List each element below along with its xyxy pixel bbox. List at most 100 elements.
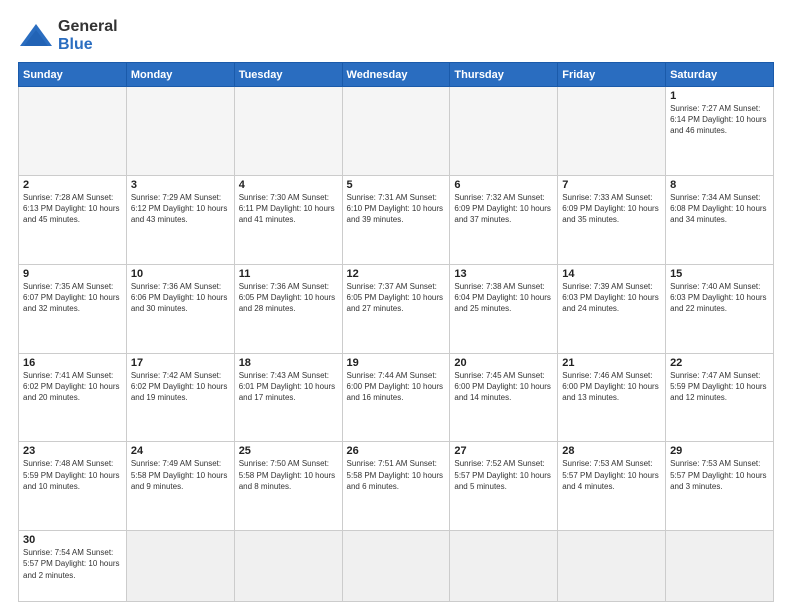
table-row [342,531,450,602]
day-info: Sunrise: 7:37 AM Sunset: 6:05 PM Dayligh… [347,281,446,315]
day-number: 27 [454,445,553,457]
day-number: 9 [23,268,122,280]
week-row: 1Sunrise: 7:27 AM Sunset: 6:14 PM Daylig… [19,87,774,176]
day-number: 13 [454,268,553,280]
day-number: 22 [670,357,769,369]
table-row: 7Sunrise: 7:33 AM Sunset: 6:09 PM Daylig… [558,175,666,264]
week-row: 9Sunrise: 7:35 AM Sunset: 6:07 PM Daylig… [19,264,774,353]
col-tuesday: Tuesday [234,63,342,87]
day-number: 14 [562,268,661,280]
day-number: 2 [23,179,122,191]
day-info: Sunrise: 7:36 AM Sunset: 6:06 PM Dayligh… [131,281,230,315]
day-info: Sunrise: 7:47 AM Sunset: 5:59 PM Dayligh… [670,370,769,404]
table-row [234,531,342,602]
day-info: Sunrise: 7:39 AM Sunset: 6:03 PM Dayligh… [562,281,661,315]
day-number: 20 [454,357,553,369]
day-number: 5 [347,179,446,191]
table-row: 15Sunrise: 7:40 AM Sunset: 6:03 PM Dayli… [666,264,774,353]
day-number: 29 [670,445,769,457]
day-number: 19 [347,357,446,369]
table-row: 6Sunrise: 7:32 AM Sunset: 6:09 PM Daylig… [450,175,558,264]
table-row: 4Sunrise: 7:30 AM Sunset: 6:11 PM Daylig… [234,175,342,264]
week-row: 2Sunrise: 7:28 AM Sunset: 6:13 PM Daylig… [19,175,774,264]
table-row [342,87,450,176]
day-info: Sunrise: 7:41 AM Sunset: 6:02 PM Dayligh… [23,370,122,404]
logo: General Blue [18,18,118,54]
day-number: 30 [23,534,122,546]
table-row [666,531,774,602]
week-row: 23Sunrise: 7:48 AM Sunset: 5:59 PM Dayli… [19,442,774,531]
day-number: 6 [454,179,553,191]
day-info: Sunrise: 7:46 AM Sunset: 6:00 PM Dayligh… [562,370,661,404]
day-info: Sunrise: 7:53 AM Sunset: 5:57 PM Dayligh… [670,458,769,492]
page: General Blue Sunday Monday Tuesday Wedne… [0,0,792,612]
day-number: 18 [239,357,338,369]
day-info: Sunrise: 7:52 AM Sunset: 5:57 PM Dayligh… [454,458,553,492]
table-row: 25Sunrise: 7:50 AM Sunset: 5:58 PM Dayli… [234,442,342,531]
day-info: Sunrise: 7:50 AM Sunset: 5:58 PM Dayligh… [239,458,338,492]
table-row: 27Sunrise: 7:52 AM Sunset: 5:57 PM Dayli… [450,442,558,531]
day-info: Sunrise: 7:28 AM Sunset: 6:13 PM Dayligh… [23,192,122,226]
day-info: Sunrise: 7:40 AM Sunset: 6:03 PM Dayligh… [670,281,769,315]
table-row: 5Sunrise: 7:31 AM Sunset: 6:10 PM Daylig… [342,175,450,264]
day-number: 24 [131,445,230,457]
table-row: 13Sunrise: 7:38 AM Sunset: 6:04 PM Dayli… [450,264,558,353]
day-number: 12 [347,268,446,280]
table-row [450,531,558,602]
day-info: Sunrise: 7:38 AM Sunset: 6:04 PM Dayligh… [454,281,553,315]
table-row: 1Sunrise: 7:27 AM Sunset: 6:14 PM Daylig… [666,87,774,176]
day-number: 25 [239,445,338,457]
calendar-table: Sunday Monday Tuesday Wednesday Thursday… [18,62,774,602]
table-row: 8Sunrise: 7:34 AM Sunset: 6:08 PM Daylig… [666,175,774,264]
day-info: Sunrise: 7:27 AM Sunset: 6:14 PM Dayligh… [670,103,769,137]
day-info: Sunrise: 7:33 AM Sunset: 6:09 PM Dayligh… [562,192,661,226]
table-row: 3Sunrise: 7:29 AM Sunset: 6:12 PM Daylig… [126,175,234,264]
day-info: Sunrise: 7:34 AM Sunset: 6:08 PM Dayligh… [670,192,769,226]
day-info: Sunrise: 7:32 AM Sunset: 6:09 PM Dayligh… [454,192,553,226]
day-info: Sunrise: 7:43 AM Sunset: 6:01 PM Dayligh… [239,370,338,404]
day-number: 8 [670,179,769,191]
day-number: 28 [562,445,661,457]
day-number: 16 [23,357,122,369]
table-row [558,87,666,176]
day-info: Sunrise: 7:45 AM Sunset: 6:00 PM Dayligh… [454,370,553,404]
logo-text: General Blue [58,18,118,54]
day-info: Sunrise: 7:44 AM Sunset: 6:00 PM Dayligh… [347,370,446,404]
day-info: Sunrise: 7:35 AM Sunset: 6:07 PM Dayligh… [23,281,122,315]
day-info: Sunrise: 7:54 AM Sunset: 5:57 PM Dayligh… [23,547,122,581]
col-sunday: Sunday [19,63,127,87]
col-wednesday: Wednesday [342,63,450,87]
table-row: 23Sunrise: 7:48 AM Sunset: 5:59 PM Dayli… [19,442,127,531]
table-row: 2Sunrise: 7:28 AM Sunset: 6:13 PM Daylig… [19,175,127,264]
table-row: 10Sunrise: 7:36 AM Sunset: 6:06 PM Dayli… [126,264,234,353]
table-row: 21Sunrise: 7:46 AM Sunset: 6:00 PM Dayli… [558,353,666,442]
table-row: 24Sunrise: 7:49 AM Sunset: 5:58 PM Dayli… [126,442,234,531]
table-row: 16Sunrise: 7:41 AM Sunset: 6:02 PM Dayli… [19,353,127,442]
table-row [19,87,127,176]
table-row [126,87,234,176]
table-row [450,87,558,176]
col-monday: Monday [126,63,234,87]
week-row: 16Sunrise: 7:41 AM Sunset: 6:02 PM Dayli… [19,353,774,442]
day-number: 21 [562,357,661,369]
day-info: Sunrise: 7:49 AM Sunset: 5:58 PM Dayligh… [131,458,230,492]
day-info: Sunrise: 7:30 AM Sunset: 6:11 PM Dayligh… [239,192,338,226]
day-number: 10 [131,268,230,280]
day-info: Sunrise: 7:53 AM Sunset: 5:57 PM Dayligh… [562,458,661,492]
day-info: Sunrise: 7:51 AM Sunset: 5:58 PM Dayligh… [347,458,446,492]
table-row: 19Sunrise: 7:44 AM Sunset: 6:00 PM Dayli… [342,353,450,442]
table-row: 22Sunrise: 7:47 AM Sunset: 5:59 PM Dayli… [666,353,774,442]
day-number: 11 [239,268,338,280]
table-row [234,87,342,176]
table-row: 20Sunrise: 7:45 AM Sunset: 6:00 PM Dayli… [450,353,558,442]
table-row: 12Sunrise: 7:37 AM Sunset: 6:05 PM Dayli… [342,264,450,353]
table-row: 28Sunrise: 7:53 AM Sunset: 5:57 PM Dayli… [558,442,666,531]
table-row: 17Sunrise: 7:42 AM Sunset: 6:02 PM Dayli… [126,353,234,442]
table-row: 30Sunrise: 7:54 AM Sunset: 5:57 PM Dayli… [19,531,127,602]
col-thursday: Thursday [450,63,558,87]
day-info: Sunrise: 7:29 AM Sunset: 6:12 PM Dayligh… [131,192,230,226]
col-saturday: Saturday [666,63,774,87]
table-row: 18Sunrise: 7:43 AM Sunset: 6:01 PM Dayli… [234,353,342,442]
table-row: 14Sunrise: 7:39 AM Sunset: 6:03 PM Dayli… [558,264,666,353]
col-friday: Friday [558,63,666,87]
